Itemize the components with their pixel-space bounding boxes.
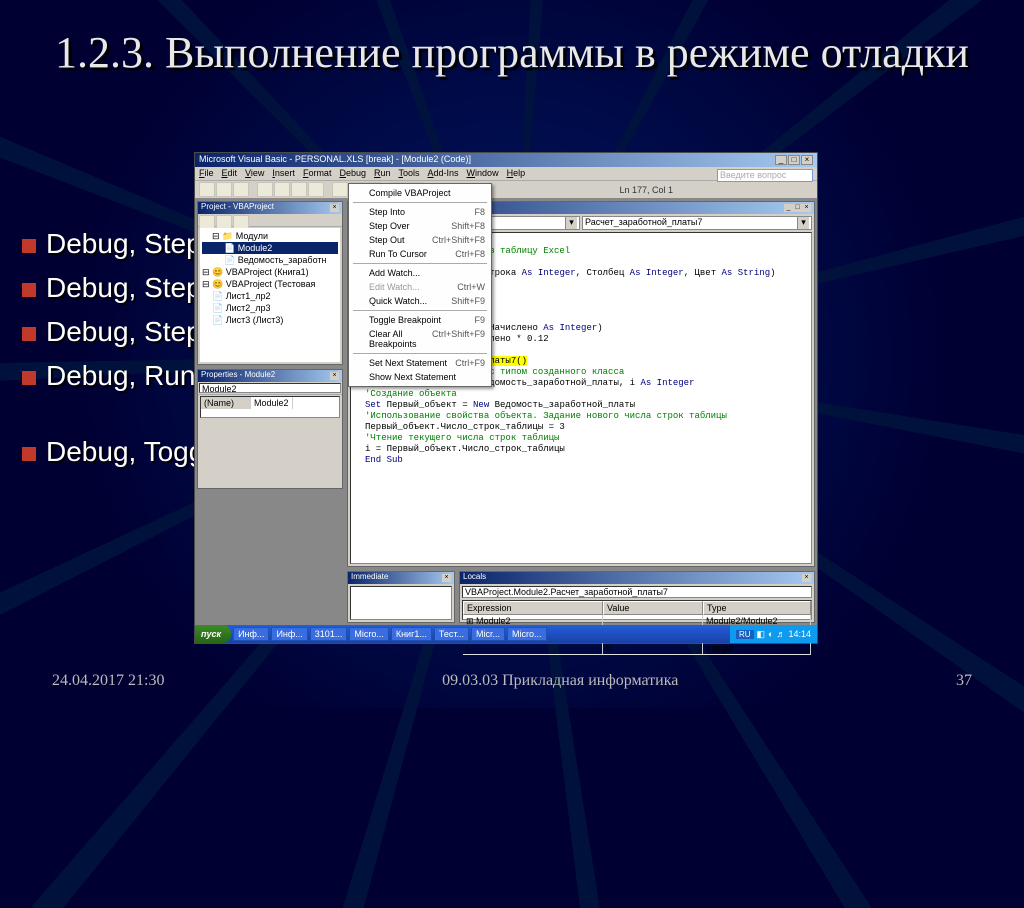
slide-title: 1.2.3. Выполнение программы в режиме отл…: [0, 28, 1024, 79]
vb-ide-screenshot: Microsoft Visual Basic - PERSONAL.XLS [b…: [194, 152, 818, 644]
project-explorer[interactable]: Project - VBAProject× ⊟ 📁 Модули📄 Module…: [197, 201, 343, 365]
tree-item[interactable]: ⊟ 📁 Модули: [202, 230, 338, 242]
project-title: Project - VBAProject: [201, 202, 274, 214]
debug-menu[interactable]: Compile VBAProject Step IntoF8Step OverSh…: [348, 183, 492, 387]
menu-help[interactable]: Help: [507, 168, 526, 179]
help-search-input[interactable]: Введите вопрос: [717, 169, 813, 182]
taskbar-item[interactable]: Micro...: [507, 627, 547, 641]
taskbar-item[interactable]: Книг1...: [391, 627, 432, 641]
tree-item[interactable]: ⊟ 😊 VBAProject (Книга1): [202, 266, 338, 278]
close-icon: ×: [801, 155, 813, 165]
language-indicator[interactable]: RU: [736, 630, 754, 639]
menu-insert[interactable]: Insert: [272, 168, 295, 179]
tree-item[interactable]: 📄 Module2: [202, 242, 338, 254]
slide-footer: 24.04.2017 21:30 09.03.03 Прикладная инф…: [52, 672, 972, 690]
start-button[interactable]: пуск: [195, 625, 231, 643]
menu-run[interactable]: Run: [374, 168, 391, 179]
locals-row[interactable]: i0Integer: [463, 642, 811, 655]
slide-number: 37: [956, 672, 972, 690]
menu-add-ins[interactable]: Add-Ins: [428, 168, 459, 179]
locals-title: Locals: [463, 572, 486, 584]
tree-item[interactable]: 📄 Лист1_лр2: [202, 290, 338, 302]
properties-window[interactable]: Properties - Module2× Module2 (Name)Modu…: [197, 369, 343, 489]
tree-item[interactable]: ⊟ 😊 VBAProject (Тестовая: [202, 278, 338, 290]
cursor-position: Ln 177, Col 1: [619, 185, 813, 195]
tree-item[interactable]: 📄 Лист3 (Лист3): [202, 314, 338, 326]
taskbar-item[interactable]: Micr...: [471, 627, 505, 641]
ide-toolbar[interactable]: Ln 177, Col 1: [195, 181, 817, 199]
menu-edit[interactable]: Edit: [222, 168, 238, 179]
tree-item[interactable]: 📄 Лист2_лр3: [202, 302, 338, 314]
menu-item[interactable]: Step IntoF8: [351, 205, 489, 219]
locals-window[interactable]: Locals× VBAProject.Module2.Расчет_зарабо…: [459, 571, 815, 623]
immediate-title: Immediate: [351, 572, 388, 584]
props-title: Properties - Module2: [201, 370, 275, 382]
window-buttons[interactable]: _□×: [774, 154, 813, 166]
menu-item[interactable]: Step OverShift+F8: [351, 219, 489, 233]
system-tray[interactable]: RU ◧◐♬ 14:14: [730, 625, 817, 643]
footer-center: 09.03.03 Прикладная информатика: [442, 672, 678, 690]
menu-tools[interactable]: Tools: [399, 168, 420, 179]
menu-view[interactable]: View: [245, 168, 264, 179]
minimize-icon: _: [775, 155, 787, 165]
locals-header: ExpressionValueType: [463, 601, 811, 615]
menu-item[interactable]: Quick Watch...Shift+F9: [351, 294, 489, 308]
bullet-icon: [22, 283, 36, 297]
locals-path: VBAProject.Module2.Расчет_заработной_пла…: [462, 586, 812, 598]
taskbar-item[interactable]: Инф...: [271, 627, 307, 641]
taskbar-item[interactable]: Тест...: [434, 627, 469, 641]
bullet-icon: [22, 371, 36, 385]
menu-format[interactable]: Format: [303, 168, 332, 179]
menu-window[interactable]: Window: [467, 168, 499, 179]
ide-titlebar: Microsoft Visual Basic - PERSONAL.XLS [b…: [195, 153, 817, 167]
menu-item[interactable]: Step OutCtrl+Shift+F8: [351, 233, 489, 247]
footer-date: 24.04.2017 21:30: [52, 672, 164, 690]
clock: 14:14: [788, 629, 811, 639]
menu-debug[interactable]: Debug: [339, 168, 366, 179]
menu-item[interactable]: Show Next Statement: [351, 370, 489, 384]
menu-item[interactable]: Clear All BreakpointsCtrl+Shift+F9: [351, 327, 489, 351]
procedure-dropdown[interactable]: Расчет_заработной_платы7▾: [582, 216, 812, 230]
menu-item[interactable]: Compile VBAProject: [351, 186, 489, 200]
taskbar-item[interactable]: Инф...: [233, 627, 269, 641]
menu-item: Edit Watch...Ctrl+W: [351, 280, 489, 294]
taskbar-item[interactable]: Micro...: [349, 627, 389, 641]
bullet-icon: [22, 327, 36, 341]
ide-title-text: Microsoft Visual Basic - PERSONAL.XLS [b…: [199, 154, 471, 166]
menu-item[interactable]: Add Watch...: [351, 266, 489, 280]
menu-file[interactable]: File: [199, 168, 214, 179]
menu-item[interactable]: Run To CursorCtrl+F8: [351, 247, 489, 261]
taskbar-item[interactable]: 3101...: [310, 627, 348, 641]
bullet-icon: [22, 447, 36, 461]
menu-item[interactable]: Set Next StatementCtrl+F9: [351, 356, 489, 370]
immediate-window[interactable]: Immediate×: [347, 571, 455, 623]
maximize-icon: □: [788, 155, 800, 165]
tree-item[interactable]: 📄 Ведомость_заработн: [202, 254, 338, 266]
menu-item[interactable]: Toggle BreakpointF9: [351, 313, 489, 327]
taskbar[interactable]: пуск Инф...Инф...3101...Micro...Книг1...…: [195, 625, 817, 643]
bullet-icon: [22, 239, 36, 253]
